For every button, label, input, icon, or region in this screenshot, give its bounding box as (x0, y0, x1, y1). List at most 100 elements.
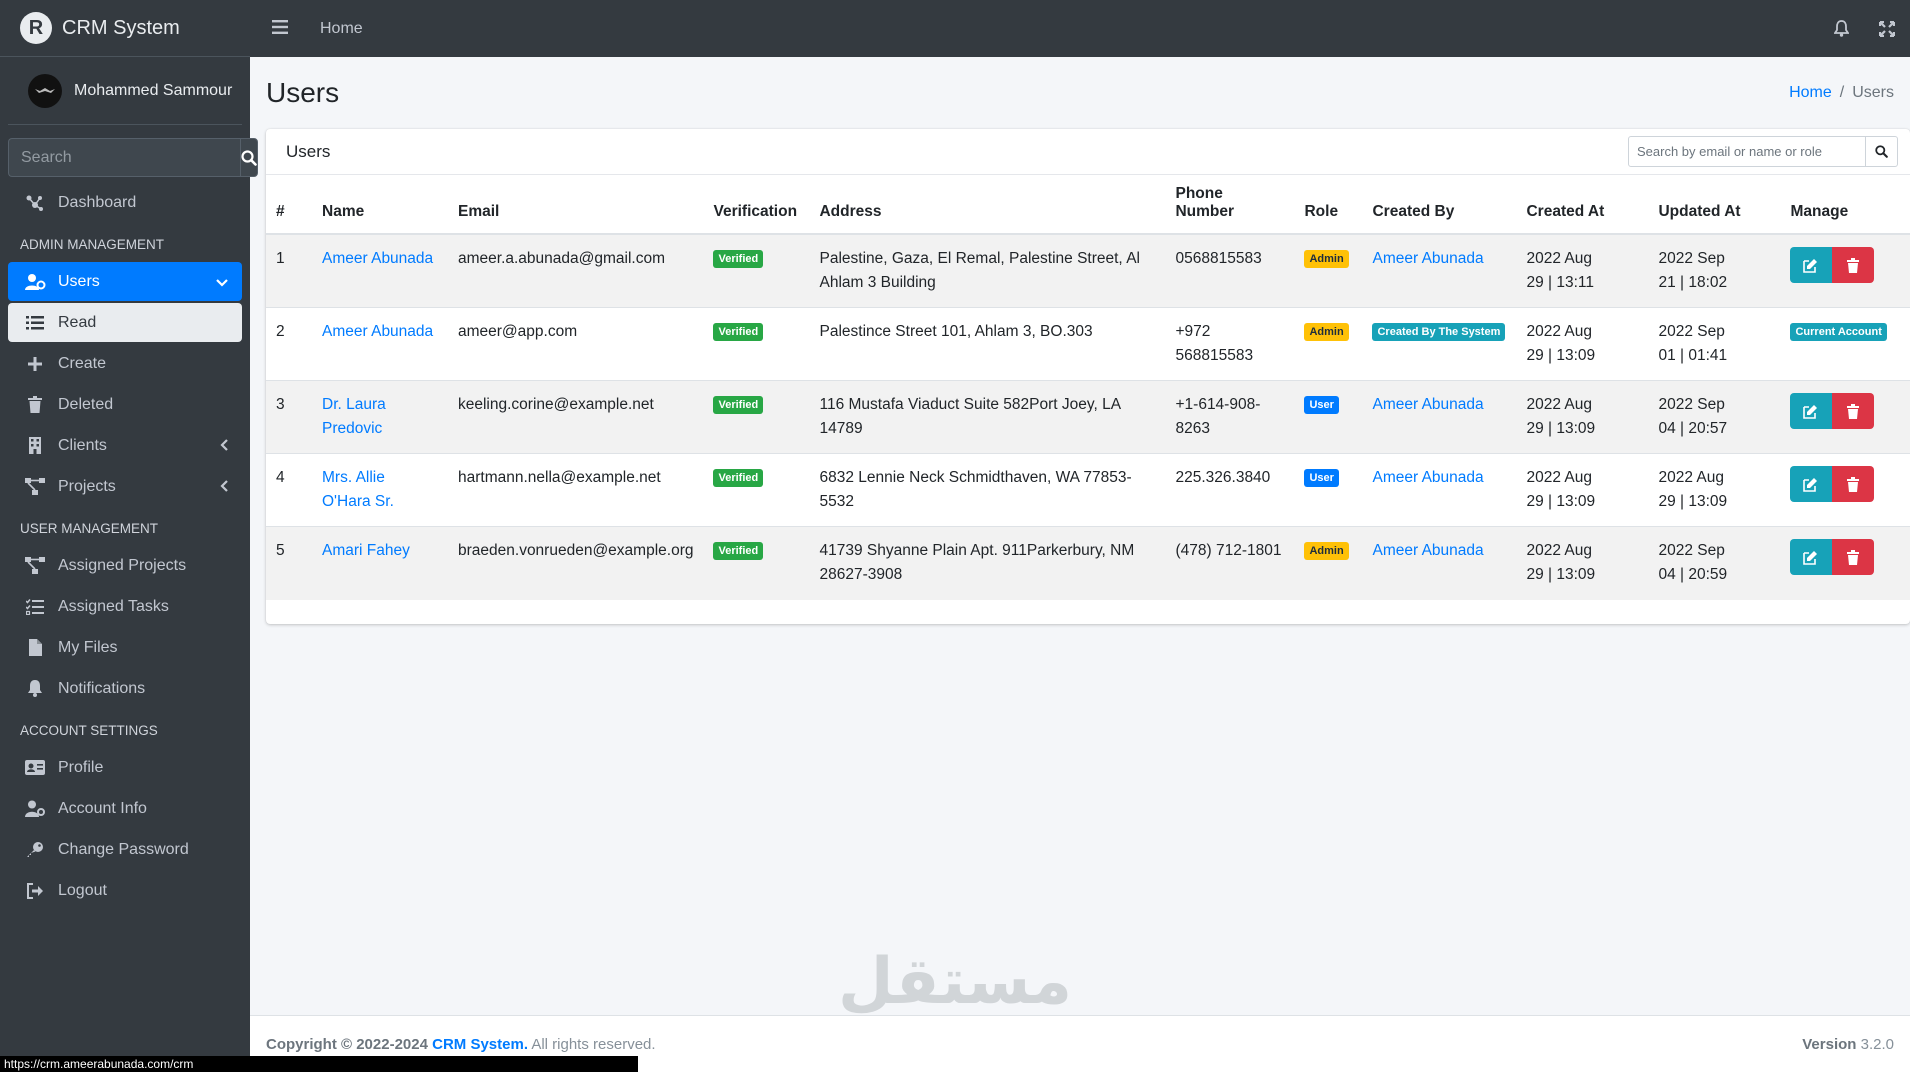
created-by-link[interactable]: Ameer Abunada (1372, 250, 1483, 267)
edit-icon (1803, 258, 1818, 273)
sidebar-item-account-info[interactable]: Account Info (8, 789, 242, 828)
cell-phone: 225.326.3840 (1165, 453, 1295, 527)
cell-updated-at: 2022 Sep 21 | 18:02 (1648, 233, 1781, 308)
sidebar-item-deleted[interactable]: Deleted (8, 385, 242, 424)
col-header-created-by: Created By (1362, 175, 1517, 235)
cell-phone: 0568815583 (1165, 233, 1295, 308)
sidebar-item-read[interactable]: Read (8, 303, 242, 342)
delete-button[interactable] (1832, 247, 1875, 283)
hamburger-menu-icon[interactable] (272, 17, 296, 40)
card-header: Users (266, 129, 1910, 175)
cell-address: Palestince Street 101, Ahlam 3, BO.303 (809, 307, 1166, 381)
chevron-down-icon (216, 274, 228, 290)
sidebar-item-label: Account Info (58, 799, 147, 817)
footer-crm-link[interactable]: CRM System. (432, 1036, 528, 1053)
top-nav-right (1818, 0, 1910, 57)
manage-button-group (1790, 539, 1900, 575)
footer-copyright: Copyright © 2022-2024 CRM System. All ri… (266, 1036, 656, 1053)
edit-icon (1803, 404, 1818, 419)
main-content: Users Home / Users Users # Name Email Veri… (250, 57, 1910, 1015)
nav-header-user: USER MANAGEMENT (20, 521, 159, 536)
user-name-link[interactable]: Amari Fahey (322, 542, 410, 559)
cell-email: hartmann.nella@example.net (448, 453, 704, 527)
cell-created-at: 2022 Aug 29 | 13:11 (1516, 233, 1649, 308)
table-search-input[interactable] (1628, 136, 1866, 167)
sidebar-item-label: Clients (58, 436, 107, 454)
avatar (28, 73, 62, 108)
sidebar-item-my-files[interactable]: My Files (8, 628, 242, 667)
user-name-link[interactable]: Mrs. Allie O'Hara Sr. (322, 466, 434, 514)
created-at-text: 2022 Aug 29 | 13:09 (1526, 323, 1596, 364)
sidebar-item-profile[interactable]: Profile (8, 748, 242, 787)
card-footer (266, 600, 1910, 624)
sidebar-item-label: Change Password (58, 840, 189, 858)
delete-button[interactable] (1832, 539, 1875, 575)
cell-num: 5 (266, 526, 312, 600)
id-card-icon (24, 760, 46, 775)
sidebar-item-assigned-projects[interactable]: Assigned Projects (8, 546, 242, 585)
cell-updated-at: 2022 Sep 04 | 20:59 (1648, 526, 1781, 600)
sidebar-item-projects[interactable]: Projects (8, 467, 242, 506)
table-row: 5 Amari Fahey braeden.vonrueden@example.… (266, 526, 1910, 600)
cell-name: Dr. Laura Predovic (312, 380, 448, 454)
user-cog-icon (24, 800, 46, 817)
edit-button[interactable] (1790, 466, 1833, 502)
edit-button[interactable] (1790, 393, 1833, 429)
created-at-text: 2022 Aug 29 | 13:09 (1526, 469, 1596, 510)
table-row: 3 Dr. Laura Predovic keeling.corine@exam… (266, 380, 1910, 454)
top-navbar: Home (250, 0, 1910, 57)
cell-created-at: 2022 Aug 29 | 13:09 (1516, 380, 1649, 454)
sidebar-item-logout[interactable]: Logout (8, 871, 242, 910)
sidebar-item-label: Users (58, 272, 100, 290)
bell-icon (24, 680, 46, 697)
page-title: Users (266, 77, 340, 108)
top-nav-home-link[interactable]: Home (320, 20, 363, 38)
sidebar-item-create[interactable]: Create (8, 344, 242, 383)
users-table: # Name Email Verification Address Phone … (266, 175, 1910, 600)
brand-link[interactable]: R CRM System (0, 0, 250, 57)
updated-at-text: 2022 Sep 04 | 20:59 (1658, 542, 1728, 583)
breadcrumb-home-link[interactable]: Home (1789, 84, 1832, 101)
cell-created-at: 2022 Aug 29 | 13:09 (1516, 307, 1649, 381)
user-name-link[interactable]: Ameer Abunada (322, 250, 433, 267)
sidebar-item-label: Notifications (58, 679, 146, 697)
sidebar-item-assigned-tasks[interactable]: Assigned Tasks (8, 587, 242, 626)
created-by-link[interactable]: Ameer Abunada (1372, 396, 1483, 413)
col-header-num: # (266, 175, 312, 235)
footer-copyright-text: Copyright © 2022-2024 (266, 1035, 428, 1053)
users-cog-icon (24, 273, 46, 291)
cell-address: 116 Mustafa Viaduct Suite 582Port Joey, … (809, 380, 1166, 454)
sidebar-item-notifications[interactable]: Notifications (8, 669, 242, 708)
current-account-badge: Current Account (1790, 322, 1887, 341)
sidebar-search-input[interactable] (8, 138, 240, 177)
table-row: 1 Ameer Abunada ameer.a.abunada@gmail.co… (266, 233, 1910, 308)
edit-button[interactable] (1790, 539, 1833, 575)
delete-button[interactable] (1832, 466, 1875, 502)
user-panel[interactable]: Mohammed Sammour (8, 57, 242, 125)
user-name-link[interactable]: Ameer Abunada (322, 323, 433, 340)
table-search-button[interactable] (1866, 136, 1898, 167)
cell-email: ameer.a.abunada@gmail.com (448, 233, 704, 308)
edit-icon (1803, 477, 1818, 492)
sidebar-item-label: Assigned Projects (58, 556, 187, 574)
manage-button-group (1790, 247, 1900, 283)
sidebar-item-users[interactable]: Users (8, 262, 242, 301)
cell-phone: (478) 712-1801 (1165, 526, 1295, 600)
browser-status-url: https://crm.ameerabunada.com/crm (0, 1056, 638, 1072)
user-name-link[interactable]: Dr. Laura Predovic (322, 393, 402, 441)
sidebar-item-clients[interactable]: Clients (8, 426, 242, 465)
breadcrumb-separator: / (1839, 84, 1845, 101)
plus-icon (24, 356, 46, 372)
manage-button-group (1790, 466, 1900, 502)
cell-email: keeling.corine@example.net (448, 380, 704, 454)
edit-button[interactable] (1790, 247, 1833, 283)
footer-version: Version 3.2.0 (1802, 1036, 1894, 1053)
sidebar-item-dashboard[interactable]: Dashboard (8, 183, 242, 222)
created-by-link[interactable]: Ameer Abunada (1372, 542, 1483, 559)
sidebar-item-change-password[interactable]: Change Password (8, 830, 242, 869)
cell-num: 1 (266, 233, 312, 308)
created-by-link[interactable]: Ameer Abunada (1372, 469, 1483, 486)
delete-button[interactable] (1832, 393, 1875, 429)
notifications-bell-icon[interactable] (1818, 20, 1864, 37)
fullscreen-expand-icon[interactable] (1864, 20, 1910, 37)
